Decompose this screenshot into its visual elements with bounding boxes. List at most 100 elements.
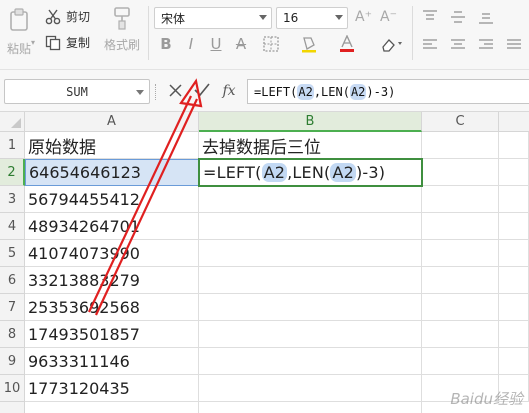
column-header-a[interactable]: A bbox=[25, 112, 199, 132]
cell-a3[interactable]: 56794455412 bbox=[25, 186, 199, 213]
cell-c8[interactable] bbox=[422, 321, 499, 348]
align-top-icon[interactable] bbox=[421, 8, 439, 26]
row-header[interactable]: 4 bbox=[0, 213, 25, 240]
cut-button[interactable]: 剪切 bbox=[45, 8, 90, 25]
checkmark-icon bbox=[194, 82, 210, 101]
copy-icon bbox=[45, 35, 61, 51]
cell-b3[interactable] bbox=[199, 186, 422, 213]
cell-formula-prefix: =LEFT( bbox=[203, 163, 262, 182]
row-header[interactable]: 8 bbox=[0, 321, 25, 348]
cell-b1[interactable]: 去掉数据后三位 bbox=[199, 132, 422, 159]
cell-b5[interactable] bbox=[199, 240, 422, 267]
cell-c4[interactable] bbox=[422, 213, 499, 240]
insert-function-button[interactable]: fx bbox=[218, 81, 240, 101]
formula-suffix: )-3) bbox=[366, 84, 396, 99]
align-middle-icon[interactable] bbox=[449, 8, 467, 26]
row-header[interactable]: 6 bbox=[0, 267, 25, 294]
row-header[interactable]: 10 bbox=[0, 375, 25, 402]
cell-a10[interactable]: 1773120435 bbox=[25, 375, 199, 402]
cell-a11[interactable] bbox=[25, 402, 199, 413]
underline-button[interactable]: U bbox=[207, 35, 225, 53]
cell-c9[interactable] bbox=[422, 348, 499, 375]
select-all-corner[interactable] bbox=[0, 112, 25, 132]
row-header[interactable]: 5 bbox=[0, 240, 25, 267]
cell-a2[interactable]: 64654646123 bbox=[25, 159, 199, 186]
cell-b10[interactable] bbox=[199, 375, 422, 402]
cell-d1[interactable] bbox=[499, 132, 529, 159]
paste-icon bbox=[8, 8, 30, 32]
ribbon-divider bbox=[148, 6, 149, 60]
formula-bar-divider bbox=[155, 84, 157, 100]
cell-d6[interactable] bbox=[499, 267, 529, 294]
font-name-select[interactable]: 宋体 bbox=[154, 7, 272, 29]
cell-a1[interactable]: 原始数据 bbox=[25, 132, 199, 159]
cell-b11[interactable] bbox=[199, 402, 422, 413]
name-box-value: SUM bbox=[66, 84, 88, 99]
paste-button[interactable]: 粘贴 bbox=[4, 6, 34, 56]
cell-a4[interactable]: 48934264701 bbox=[25, 213, 199, 240]
cell-a9[interactable]: 9633311146 bbox=[25, 348, 199, 375]
paste-dropdown-arrow[interactable]: ▾ bbox=[31, 38, 35, 47]
strikethrough-button[interactable]: A bbox=[232, 35, 250, 53]
cell-d7[interactable] bbox=[499, 294, 529, 321]
cell-b8[interactable] bbox=[199, 321, 422, 348]
name-box[interactable]: SUM bbox=[4, 79, 150, 104]
cell-a7[interactable]: 25353692568 bbox=[25, 294, 199, 321]
cell-a8[interactable]: 17493501857 bbox=[25, 321, 199, 348]
cell-b4[interactable] bbox=[199, 213, 422, 240]
borders-icon[interactable] bbox=[262, 35, 280, 53]
ribbon-divider bbox=[412, 6, 413, 60]
cell-c3[interactable] bbox=[422, 186, 499, 213]
cell-d2[interactable] bbox=[499, 159, 529, 186]
cell-formula-reference: A2 bbox=[261, 163, 288, 182]
bold-button[interactable]: B bbox=[157, 35, 175, 53]
row-header[interactable]: 7 bbox=[0, 294, 25, 321]
font-color-icon[interactable] bbox=[338, 35, 356, 53]
cell-a6[interactable]: 33213883279 bbox=[25, 267, 199, 294]
align-right-icon[interactable] bbox=[477, 36, 495, 54]
column-header-b[interactable]: B bbox=[199, 112, 422, 132]
format-painter-button[interactable]: 格式刷 bbox=[102, 6, 142, 54]
cell-b2-editing[interactable]: =LEFT(A2 ,LEN(A2)-3) bbox=[198, 158, 423, 187]
scissors-icon bbox=[45, 9, 61, 25]
row-header[interactable]: 2 bbox=[0, 159, 25, 186]
cell-d3[interactable] bbox=[499, 186, 529, 213]
row-header[interactable]: 3 bbox=[0, 186, 25, 213]
cell-b9[interactable] bbox=[199, 348, 422, 375]
formula-reference: A2 bbox=[349, 83, 367, 100]
cell-d5[interactable] bbox=[499, 240, 529, 267]
spreadsheet-grid: A B C 1 2 3 4 5 6 7 8 9 10 原始数据 去掉数据后三位 … bbox=[0, 112, 529, 413]
cell-c2[interactable] bbox=[422, 159, 499, 186]
align-bottom-icon[interactable] bbox=[477, 8, 495, 26]
italic-button[interactable]: I bbox=[182, 35, 200, 53]
enter-button[interactable] bbox=[192, 81, 212, 101]
align-left-icon[interactable] bbox=[421, 36, 439, 54]
cell-a5[interactable]: 41074073990 bbox=[25, 240, 199, 267]
row-header[interactable]: 1 bbox=[0, 132, 25, 159]
copy-button[interactable]: 复制 bbox=[45, 34, 90, 51]
cell-d4[interactable] bbox=[499, 213, 529, 240]
cell-c6[interactable] bbox=[422, 267, 499, 294]
justify-icon[interactable] bbox=[505, 36, 523, 54]
formula-input[interactable]: =LEFT(A2 ,LEN(A2)-3) bbox=[247, 79, 529, 104]
cell-c1[interactable] bbox=[422, 132, 499, 159]
cell-b7[interactable] bbox=[199, 294, 422, 321]
fill-color-icon[interactable] bbox=[300, 35, 318, 53]
column-header-d[interactable] bbox=[499, 112, 529, 132]
column-header-c[interactable]: C bbox=[422, 112, 499, 132]
cancel-button[interactable] bbox=[166, 81, 184, 101]
cell-c7[interactable] bbox=[422, 294, 499, 321]
row-header[interactable]: 9 bbox=[0, 348, 25, 375]
grow-font-button[interactable]: A⁺ bbox=[355, 9, 372, 25]
cell-formula-suffix: )-3) bbox=[355, 163, 386, 182]
font-size-select[interactable]: 16 bbox=[276, 7, 348, 29]
row-header[interactable] bbox=[0, 402, 25, 413]
watermark: Baidu经验 bbox=[450, 390, 523, 408]
cell-d8[interactable] bbox=[499, 321, 529, 348]
align-center-icon[interactable] bbox=[449, 36, 467, 54]
cell-b6[interactable] bbox=[199, 267, 422, 294]
cell-d9[interactable] bbox=[499, 348, 529, 375]
cell-c5[interactable] bbox=[422, 240, 499, 267]
shrink-font-button[interactable]: A⁻ bbox=[380, 9, 397, 25]
clear-format-eraser-icon[interactable] bbox=[378, 35, 404, 53]
